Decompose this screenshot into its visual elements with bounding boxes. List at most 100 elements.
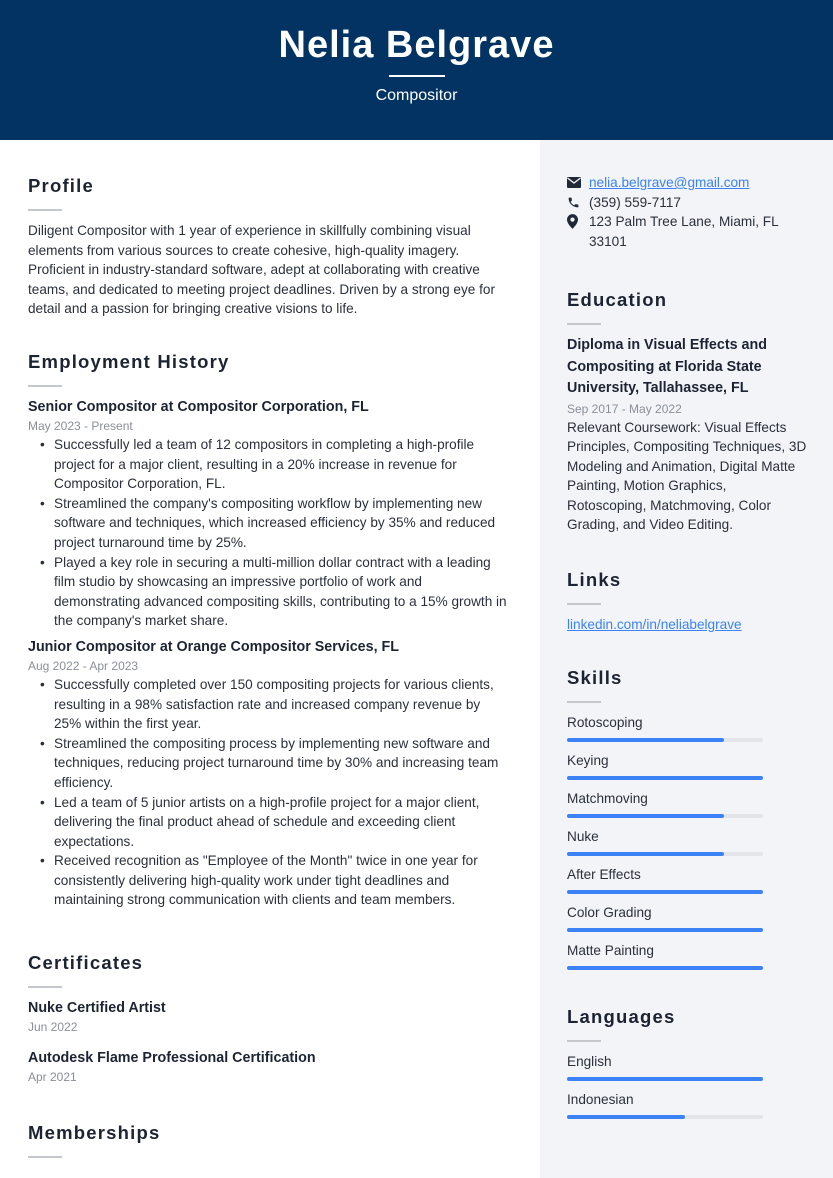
skill-level-fill xyxy=(567,852,724,856)
skill-name: Rotoscoping xyxy=(567,715,643,730)
section-divider xyxy=(567,1040,601,1042)
job-bullet: Received recognition as "Employee of the… xyxy=(40,851,508,910)
job-bullet: Successfully led a team of 12 compositor… xyxy=(40,435,508,494)
job-bullet: Streamlined the company's compositing wo… xyxy=(40,494,508,553)
certificates-section: Certificates Nuke Certified Artist Jun 2… xyxy=(28,952,508,1086)
section-heading: Languages xyxy=(567,1006,676,1027)
skill-level-bar xyxy=(567,738,763,742)
linkedin-link[interactable]: linkedin.com/in/neliabelgrave xyxy=(567,617,742,632)
job-bullets: Successfully led a team of 12 compositor… xyxy=(40,435,508,631)
skill-level-fill xyxy=(567,814,724,818)
section-heading: Employment History xyxy=(28,351,230,372)
job-entry: Junior Compositor at Orange Compositor S… xyxy=(28,637,508,910)
section-heading: Education xyxy=(567,289,668,310)
map-pin-icon xyxy=(567,212,589,231)
job-bullet: Successfully completed over 150 composit… xyxy=(40,675,508,734)
section-divider xyxy=(28,1156,62,1158)
address-text: 123 Palm Tree Lane, Miami, FL 33101 xyxy=(589,214,779,249)
section-divider xyxy=(28,209,62,211)
skill-level-bar xyxy=(567,814,763,818)
language-item: Indonesian xyxy=(567,1090,807,1119)
skill-level-bar xyxy=(567,928,763,932)
skill-item: Color Grading xyxy=(567,903,807,932)
section-divider xyxy=(567,603,601,605)
skills-list: Rotoscoping Keying Matchmoving Nuke After Ef… xyxy=(567,713,807,970)
certificate-date: Jun 2022 xyxy=(28,1020,78,1034)
section-heading: Skills xyxy=(567,667,623,688)
job-bullet: Led a team of 5 junior artists on a high… xyxy=(40,793,508,852)
envelope-icon xyxy=(567,173,589,192)
education-description: Relevant Coursework: Visual Effects Prin… xyxy=(567,419,807,533)
section-heading: Certificates xyxy=(28,952,144,973)
job-bullet: Streamlined the compositing process by i… xyxy=(40,734,508,793)
skill-level-fill xyxy=(567,928,763,932)
certificate-date: Apr 2021 xyxy=(28,1070,77,1084)
skill-name: Matte Painting xyxy=(567,943,654,958)
languages-section: Languages English Indonesian xyxy=(567,1006,807,1128)
skill-level-bar xyxy=(567,890,763,894)
skill-item: Matchmoving xyxy=(567,789,807,818)
contact-block: nelia.belgrave@gmail.com (359) 559-7117 … xyxy=(567,173,807,251)
skill-name: Matchmoving xyxy=(567,791,648,806)
language-level-fill xyxy=(567,1115,685,1119)
section-heading: Profile xyxy=(28,175,94,196)
contact-address: 123 Palm Tree Lane, Miami, FL 33101 xyxy=(567,212,807,251)
skill-level-bar xyxy=(567,776,763,780)
profile-summary: Diligent Compositor with 1 year of exper… xyxy=(28,223,495,317)
job-entry-title: Junior Compositor at Orange Compositor S… xyxy=(28,638,399,655)
skill-item: After Effects xyxy=(567,865,807,894)
job-entry-title: Senior Compositor at Compositor Corporat… xyxy=(28,399,369,415)
job-bullets: Successfully completed over 150 composit… xyxy=(40,675,508,910)
sidebar: nelia.belgrave@gmail.com (359) 559-7117 … xyxy=(540,140,833,1178)
certificate-name: Nuke Certified Artist xyxy=(28,1000,166,1016)
section-divider xyxy=(28,385,62,387)
job-title: Compositor xyxy=(375,87,458,104)
skills-section: Skills Rotoscoping Keying Matchmoving Nuke A… xyxy=(567,667,807,979)
skill-level-fill xyxy=(567,966,763,970)
profile-section: Profile Diligent Compositor with 1 year … xyxy=(28,175,508,319)
job-entry-dates: Aug 2022 - Apr 2023 xyxy=(28,658,139,673)
certificate-name: Autodesk Flame Professional Certificatio… xyxy=(28,1050,316,1066)
section-heading: Memberships xyxy=(28,1122,161,1143)
education-degree: Diploma in Visual Effects and Compositin… xyxy=(567,337,767,396)
skill-item: Nuke xyxy=(567,827,807,856)
language-level-fill xyxy=(567,1077,763,1081)
resume-header: Nelia Belgrave Compositor xyxy=(0,0,833,140)
education-dates: Sep 2017 - May 2022 xyxy=(567,401,682,416)
job-entry: Senior Compositor at Compositor Corporat… xyxy=(28,397,508,631)
section-divider xyxy=(567,323,601,325)
skill-item: Keying xyxy=(567,751,807,780)
skill-level-fill xyxy=(567,776,763,780)
skill-level-fill xyxy=(567,738,724,742)
language-level-bar xyxy=(567,1115,763,1119)
language-level-bar xyxy=(567,1077,763,1081)
skill-item: Matte Painting xyxy=(567,941,807,970)
skill-name: Keying xyxy=(567,753,609,768)
language-item: English xyxy=(567,1052,807,1081)
contact-phone: (359) 559-7117 xyxy=(567,193,807,213)
email-link[interactable]: nelia.belgrave@gmail.com xyxy=(589,173,749,193)
skill-name: Nuke xyxy=(567,829,599,844)
skill-name: After Effects xyxy=(567,867,641,882)
phone-icon xyxy=(567,193,589,212)
certificate-entry: Autodesk Flame Professional Certificatio… xyxy=(28,1048,508,1086)
certificate-entry: Nuke Certified Artist Jun 2022 xyxy=(28,998,508,1036)
skill-level-bar xyxy=(567,966,763,970)
languages-list: English Indonesian xyxy=(567,1052,807,1119)
skill-name: Color Grading xyxy=(567,905,652,920)
language-name: Indonesian xyxy=(567,1092,634,1107)
links-section: Links linkedin.com/in/neliabelgrave xyxy=(567,569,807,635)
section-divider xyxy=(28,986,62,988)
employment-section: Employment History Senior Compositor at … xyxy=(28,351,508,910)
contact-email: nelia.belgrave@gmail.com xyxy=(567,173,807,193)
section-divider xyxy=(567,701,601,703)
language-name: English xyxy=(567,1054,612,1069)
skill-level-bar xyxy=(567,852,763,856)
phone-number: (359) 559-7117 xyxy=(589,194,681,210)
memberships-section: Memberships xyxy=(28,1122,508,1168)
header-divider xyxy=(389,75,445,77)
education-section: Education Diploma in Visual Effects and … xyxy=(567,289,807,535)
skill-item: Rotoscoping xyxy=(567,713,807,742)
skill-level-fill xyxy=(567,890,763,894)
section-heading: Links xyxy=(567,569,622,590)
